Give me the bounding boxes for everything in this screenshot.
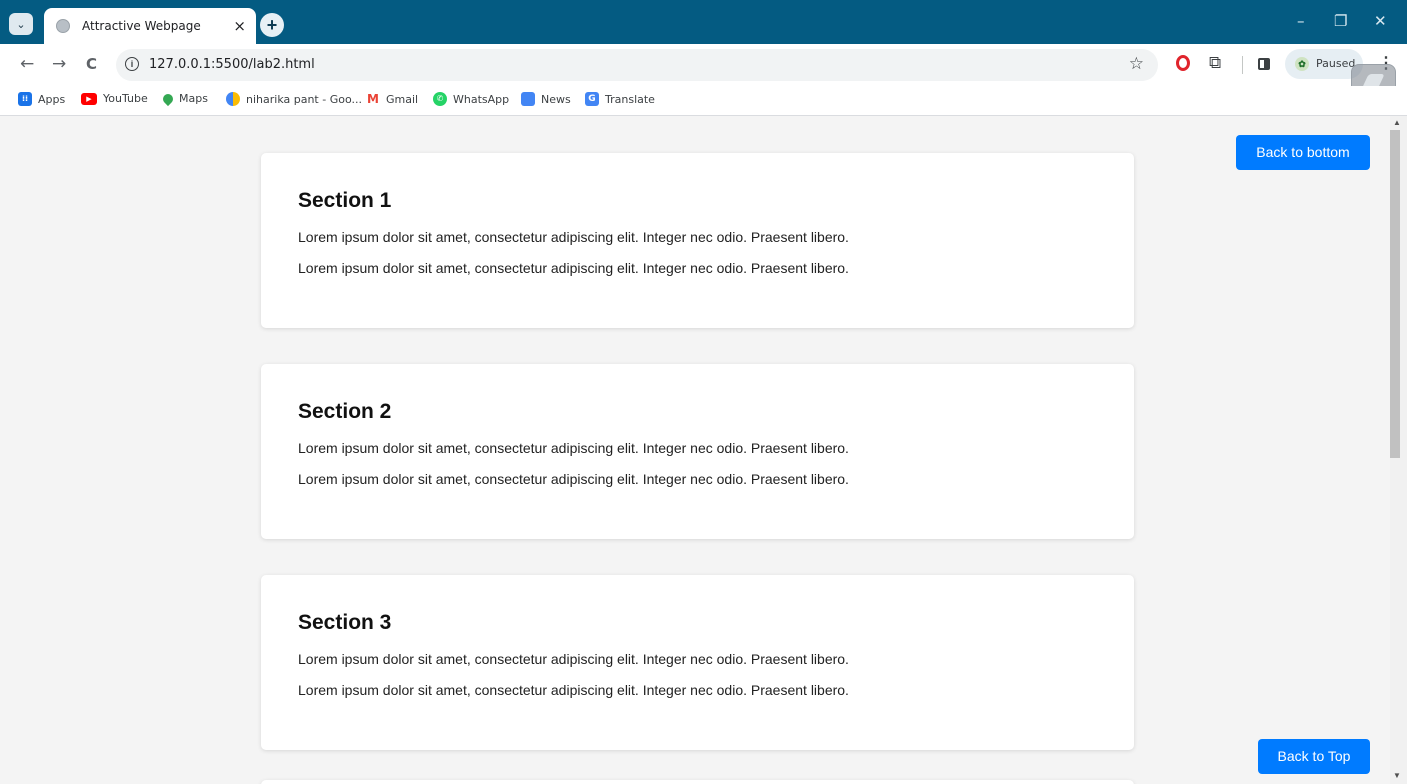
section-paragraph: Lorem ipsum dolor sit amet, consectetur …: [298, 682, 849, 698]
bookmark-maps[interactable]: Maps: [160, 91, 208, 106]
section-card-partial: [261, 780, 1134, 784]
section-card: Section 3 Lorem ipsum dolor sit amet, co…: [261, 575, 1134, 750]
bookmark-photos[interactable]: niharika pant - Goo...: [226, 92, 362, 106]
section-paragraph: Lorem ipsum dolor sit amet, consectetur …: [298, 471, 849, 487]
address-bar[interactable]: i 127.0.0.1:5500/lab2.html ☆: [116, 49, 1158, 81]
extensions-puzzle-icon[interactable]: ⧉: [1209, 53, 1221, 73]
browser-toolbar: ← → C i 127.0.0.1:5500/lab2.html ☆ ⧉ ✿ P…: [0, 44, 1407, 86]
bookmark-apps[interactable]: ⁞⁞ Apps: [18, 92, 65, 106]
bookmark-whatsapp[interactable]: ✆ WhatsApp: [433, 92, 509, 106]
site-info-icon[interactable]: i: [125, 57, 139, 71]
scroll-down-arrow-icon[interactable]: ▼: [1393, 771, 1401, 780]
bookmark-label: Gmail: [386, 92, 419, 106]
apps-grid-icon: ⁞⁞: [18, 92, 32, 106]
tab-title: Attractive Webpage: [82, 19, 201, 33]
minimize-icon[interactable]: –: [1297, 12, 1305, 30]
maps-pin-icon: [160, 91, 176, 106]
chevron-down-icon: ⌄: [16, 18, 26, 31]
page-viewport: Section 1 Lorem ipsum dolor sit amet, co…: [0, 116, 1390, 784]
toolbar-divider: [1242, 56, 1243, 74]
section-title: Section 3: [298, 611, 392, 634]
bookmark-label: News: [541, 92, 571, 106]
whatsapp-icon: ✆: [433, 92, 447, 106]
profile-status: Paused: [1316, 57, 1356, 70]
browser-tab-bar: ⌄ Attractive Webpage × + – ❐ ✕: [0, 0, 1407, 44]
youtube-icon: ▶: [81, 92, 97, 105]
bookmark-label: Apps: [38, 92, 66, 106]
new-tab-button[interactable]: +: [260, 13, 284, 37]
back-to-bottom-button[interactable]: Back to bottom: [1236, 135, 1370, 170]
section-paragraph: Lorem ipsum dolor sit amet, consectetur …: [298, 229, 849, 245]
scroll-up-arrow-icon[interactable]: ▲: [1393, 118, 1401, 127]
close-icon[interactable]: ×: [233, 17, 246, 35]
section-paragraph: Lorem ipsum dolor sit amet, consectetur …: [298, 651, 849, 667]
section-card: Section 1 Lorem ipsum dolor sit amet, co…: [261, 153, 1134, 328]
back-to-top-button[interactable]: Back to Top: [1258, 739, 1370, 774]
bookmark-label: niharika pant - Goo...: [246, 92, 362, 106]
bookmark-label: WhatsApp: [453, 92, 510, 106]
bookmark-label: Translate: [605, 92, 655, 106]
section-title: Section 1: [298, 189, 392, 212]
section-paragraph: Lorem ipsum dolor sit amet, consectetur …: [298, 260, 849, 276]
bookmark-youtube[interactable]: ▶ YouTube: [81, 92, 148, 105]
bookmarks-bar: ⁞⁞ Apps ▶ YouTube Maps niharika pant - G…: [0, 86, 1407, 116]
plus-icon: +: [266, 14, 278, 35]
gmail-icon: M: [366, 92, 380, 106]
section-card: Section 2 Lorem ipsum dolor sit amet, co…: [261, 364, 1134, 539]
reload-icon[interactable]: C: [86, 55, 97, 73]
back-arrow-icon[interactable]: ←: [20, 54, 34, 74]
section-title: Section 2: [298, 400, 392, 423]
browser-tab[interactable]: Attractive Webpage ×: [44, 8, 256, 44]
globe-icon: [56, 19, 70, 33]
bookmark-label: YouTube: [103, 92, 148, 105]
forward-arrow-icon[interactable]: →: [52, 54, 66, 74]
side-panel-icon[interactable]: [1258, 58, 1270, 70]
scrollbar-thumb[interactable]: [1390, 130, 1400, 458]
photos-pinwheel-icon: [226, 92, 240, 106]
bookmark-star-icon[interactable]: ☆: [1129, 54, 1144, 74]
section-paragraph: Lorem ipsum dolor sit amet, consectetur …: [298, 440, 849, 456]
restore-icon[interactable]: ❐: [1334, 12, 1347, 30]
tab-search-button[interactable]: ⌄: [9, 13, 33, 35]
opera-extension-icon[interactable]: [1176, 55, 1190, 71]
bookmark-translate[interactable]: G Translate: [585, 92, 655, 106]
bookmark-label: Maps: [179, 92, 208, 105]
translate-icon: G: [585, 92, 599, 106]
bookmark-gmail[interactable]: M Gmail: [366, 92, 418, 106]
window-close-icon[interactable]: ✕: [1374, 12, 1387, 30]
avatar: ✿: [1295, 57, 1309, 71]
news-icon: [521, 92, 535, 106]
bookmark-news[interactable]: News: [521, 92, 571, 106]
url-text[interactable]: 127.0.0.1:5500/lab2.html: [149, 57, 315, 72]
